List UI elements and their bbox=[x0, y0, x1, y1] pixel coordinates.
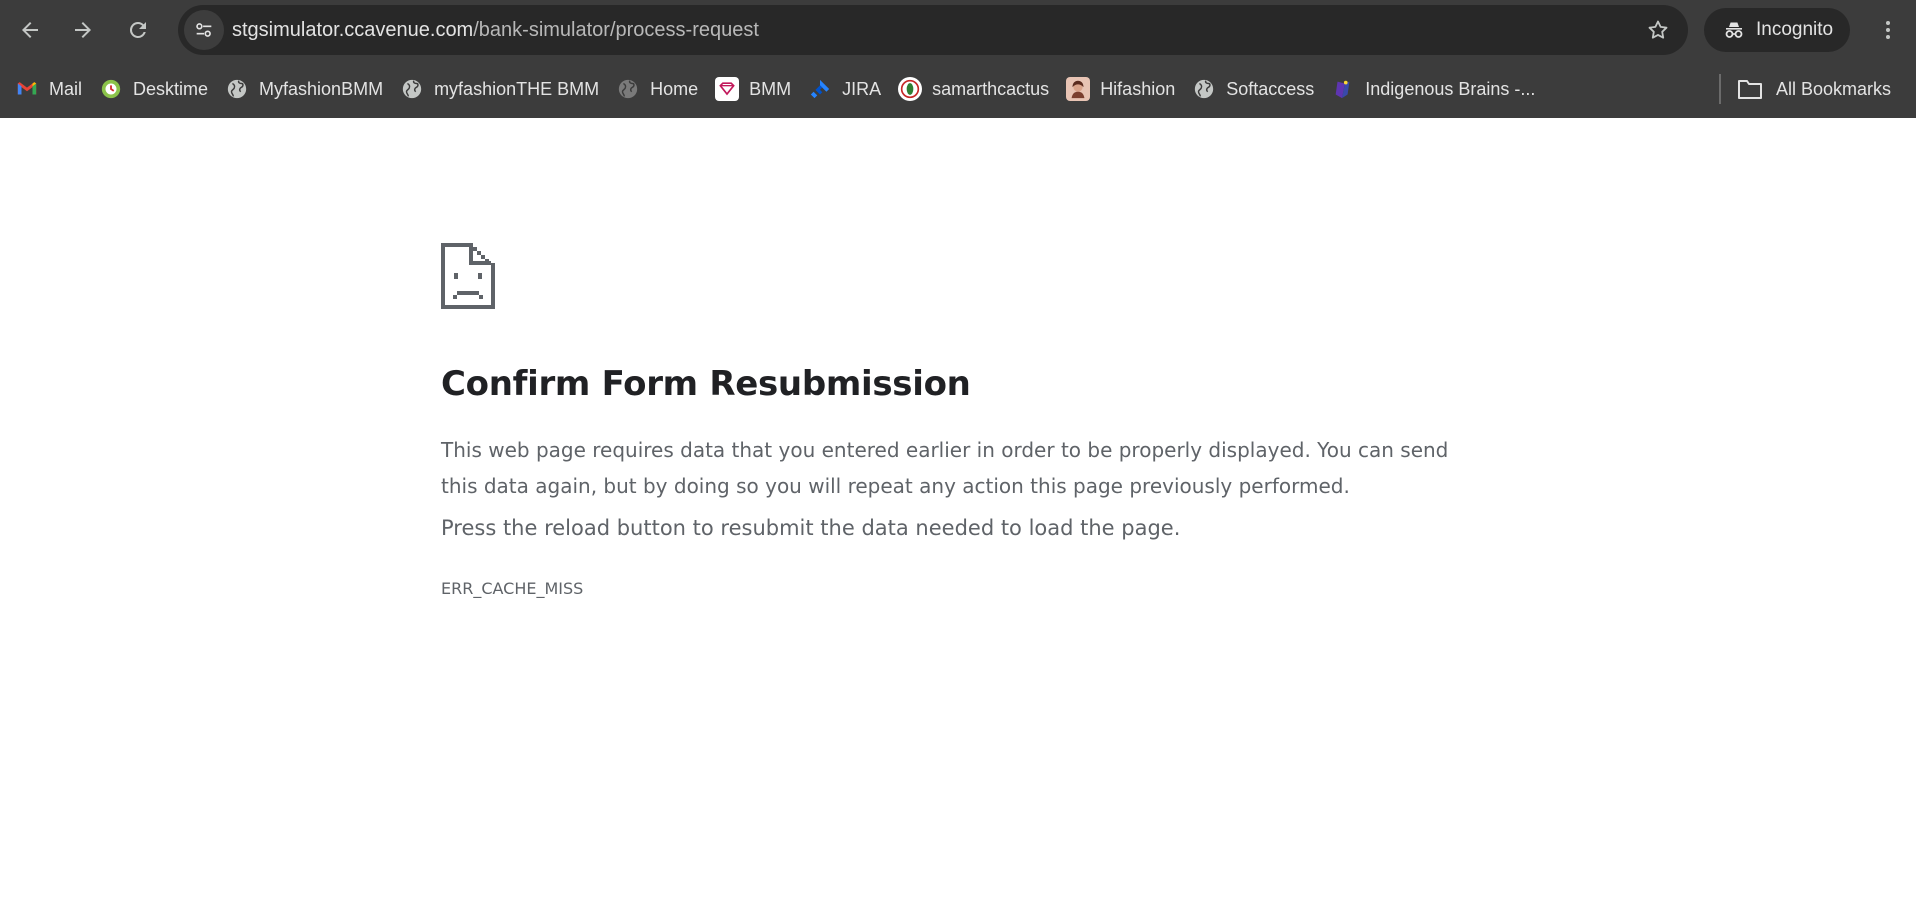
hifashion-icon bbox=[1066, 77, 1091, 101]
error-hint: Press the reload button to resubmit the … bbox=[441, 516, 1181, 540]
bookmark-label: JIRA bbox=[842, 78, 882, 99]
bookmarks-bar: Mail Desktime MyfashionBMM myfashionTHE … bbox=[0, 60, 1916, 118]
incognito-indicator[interactable]: Incognito bbox=[1704, 8, 1850, 52]
incognito-icon bbox=[1725, 22, 1743, 38]
desktime-icon bbox=[99, 77, 123, 101]
arrow-left-icon bbox=[22, 22, 38, 38]
bookmark-label: myfashionTHE BMM bbox=[434, 78, 600, 99]
bookmark-label: MyfashionBMM bbox=[259, 78, 384, 99]
bookmark-hifashion[interactable]: Hifashion bbox=[1061, 70, 1187, 108]
indigenous-icon bbox=[1331, 77, 1355, 101]
reload-icon bbox=[129, 21, 146, 38]
globe-icon bbox=[225, 77, 249, 101]
bookmark-star-icon[interactable] bbox=[1646, 18, 1670, 42]
bookmark-label: Desktime bbox=[133, 78, 209, 99]
all-bookmarks-button[interactable]: All Bookmarks bbox=[1736, 70, 1891, 108]
samarth-icon bbox=[898, 77, 923, 101]
address-bar[interactable]: stgsimulator.ccavenue.com/bank-simulator… bbox=[178, 5, 1688, 55]
bookmark-indigenous-brains[interactable]: Indigenous Brains -... bbox=[1326, 70, 1547, 108]
url-text[interactable]: stgsimulator.ccavenue.com/bank-simulator… bbox=[232, 5, 759, 55]
bookmark-label: Mail bbox=[49, 78, 83, 99]
bookmarks-divider bbox=[1719, 74, 1721, 104]
bookmark-softaccess[interactable]: Softaccess bbox=[1187, 70, 1326, 108]
more-vertical-icon bbox=[1886, 21, 1890, 39]
globe-icon bbox=[1192, 77, 1216, 101]
browser-chrome: stgsimulator.ccavenue.com/bank-simulator… bbox=[0, 0, 1916, 118]
bookmark-home[interactable]: Home bbox=[611, 70, 710, 108]
forward-button[interactable] bbox=[61, 8, 105, 52]
error-title: Confirm Form Resubmission bbox=[441, 364, 971, 404]
bookmark-label: BMM bbox=[749, 78, 792, 99]
error-code: ERR_CACHE_MISS bbox=[441, 579, 584, 598]
tune-icon bbox=[196, 23, 212, 37]
globe-icon bbox=[400, 77, 424, 101]
bookmark-label: samarthcactus bbox=[932, 78, 1050, 99]
browser-menu-button[interactable] bbox=[1866, 8, 1910, 52]
back-button[interactable] bbox=[8, 8, 52, 52]
bookmark-samarthcactus[interactable]: samarthcactus bbox=[893, 70, 1061, 108]
bookmark-mail[interactable]: Mail bbox=[10, 70, 94, 108]
bookmark-label: Softaccess bbox=[1226, 78, 1315, 99]
bookmark-desktime[interactable]: Desktime bbox=[94, 70, 220, 108]
jira-icon bbox=[808, 77, 832, 101]
incognito-label: Incognito bbox=[1756, 19, 1834, 40]
browser-toolbar: stgsimulator.ccavenue.com/bank-simulator… bbox=[0, 0, 1916, 60]
globe-icon bbox=[616, 77, 640, 101]
folder-icon bbox=[1738, 80, 1762, 99]
bookmark-label: Home bbox=[650, 78, 699, 99]
url-host: stgsimulator.ccavenue.com bbox=[232, 19, 474, 41]
bookmark-bmm[interactable]: BMM bbox=[710, 70, 803, 108]
sad-page-icon bbox=[441, 243, 495, 309]
url-path: /bank-simulator/process-request bbox=[473, 19, 759, 41]
bookmark-myfashionthebmm[interactable]: myfashionTHE BMM bbox=[395, 70, 611, 108]
bookmark-label: Indigenous Brains -... bbox=[1365, 78, 1536, 99]
bmm-icon bbox=[715, 77, 740, 101]
arrow-right-icon bbox=[75, 22, 91, 38]
gmail-icon bbox=[15, 77, 39, 101]
bookmark-jira[interactable]: JIRA bbox=[803, 70, 893, 108]
reload-button[interactable] bbox=[116, 8, 160, 52]
all-bookmarks-label: All Bookmarks bbox=[1776, 78, 1892, 99]
site-info-button[interactable] bbox=[184, 10, 224, 50]
bookmark-myfashionbmm[interactable]: MyfashionBMM bbox=[220, 70, 395, 108]
bookmark-label: Hifashion bbox=[1100, 78, 1176, 99]
error-description: This web page requires data that you ent… bbox=[441, 438, 1449, 498]
